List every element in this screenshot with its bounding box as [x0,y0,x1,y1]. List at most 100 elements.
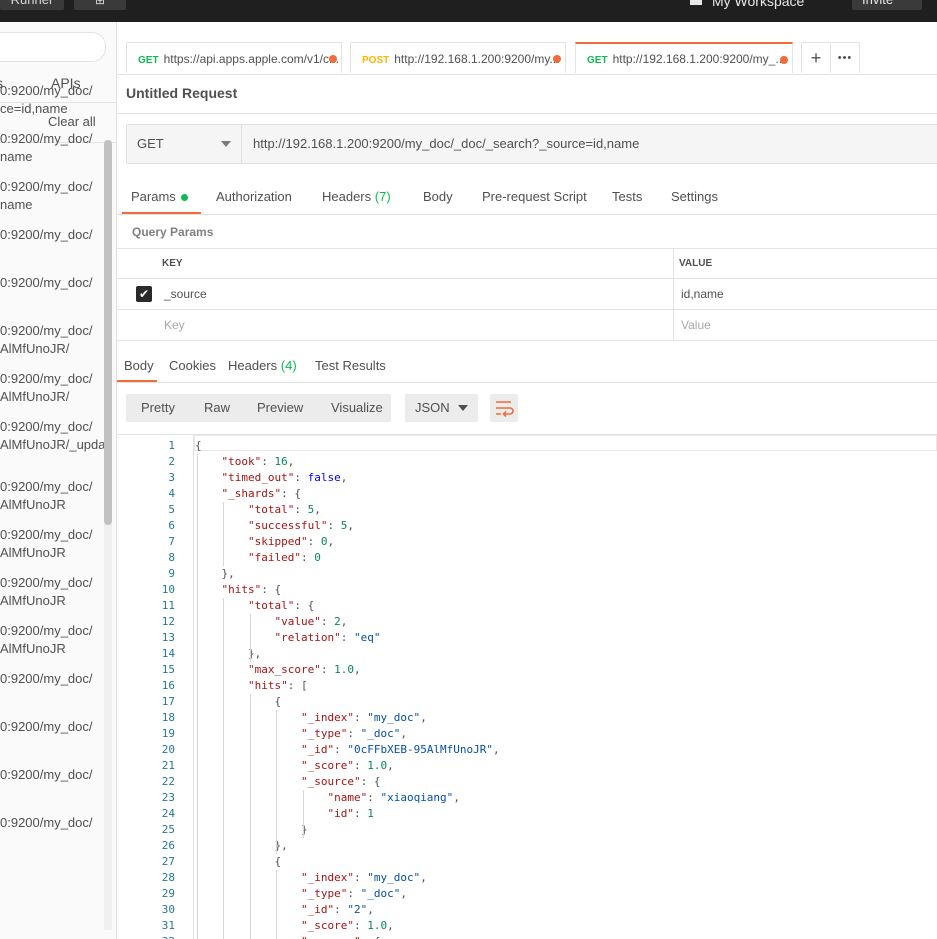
param-checkbox[interactable]: ✔ [136,286,152,302]
tab-headers[interactable]: Headers (7) [322,189,391,204]
tab-method: GET [587,55,608,66]
history-item[interactable]: 0:9200/my_doc/AlMfUnoJR [0,478,106,514]
history-item-url: 0:9200/my_doc/ [0,179,93,194]
workspace-switcher[interactable]: My Workspace [690,0,804,8]
request-subtabs: Params Authorization Headers (7) Body Pr… [117,182,937,215]
tab-label: Headers [322,189,372,204]
divider [117,113,937,114]
active-dot-icon [180,194,188,202]
wrap-lines-button[interactable] [490,394,518,422]
code-line: 14 }, [117,646,937,662]
line-number: 16 [161,679,175,692]
chevron-down-icon [221,141,231,147]
tab-tests[interactable]: Tests [612,189,642,204]
code-line: 2 "took": 16, [117,454,937,470]
param-key-input[interactable]: _source [164,279,207,309]
param-row: ✔ _source id,name [117,279,937,310]
tab-label: Params [131,189,176,204]
preview-button[interactable]: Preview [257,394,303,422]
invite-button[interactable]: Invite [852,0,922,10]
tab-test-results[interactable]: Test Results [315,358,386,373]
language-select[interactable]: JSON [405,394,478,422]
code-text: { [195,695,282,708]
pretty-button[interactable]: Pretty [141,394,175,422]
param-value-input[interactable]: id,name [681,279,724,309]
line-number: 3 [168,471,175,484]
tab-settings[interactable]: Settings [671,189,718,204]
raw-button[interactable]: Raw [204,394,230,422]
history-item-url: 0:9200/my_doc/ [0,83,93,98]
new-window-button[interactable]: ⊞ [74,0,126,10]
tab-method: POST [362,55,390,66]
response-body-editor[interactable]: 1{2 "took": 16, 3 "timed_out": false, 4 "_… [117,434,937,939]
code-text: "took": 16, [221,455,295,468]
code-line: 5 "total": 5, [117,502,937,518]
history-item[interactable]: 0:9200/my_doc/ [0,274,106,292]
request-tab-active[interactable]: GET http://192.168.1.200:9200/my_... [575,42,793,73]
scrollbar-thumb[interactable] [104,140,112,525]
param-key-input[interactable]: Key [164,310,185,340]
url-input[interactable]: http://192.168.1.200:9200/my_doc/_doc/_s… [253,125,639,163]
line-number: 24 [161,807,175,820]
tab-method: GET [138,55,159,66]
history-item[interactable]: 0:9200/my_doc/name [0,178,106,214]
code-text: }, [195,647,262,660]
code-line: 15 "max_score": 1.0, [117,662,937,678]
method-label: GET [137,136,164,151]
new-window-icon: ⊞ [94,0,106,7]
history-item[interactable]: 0:9200/my_doc/ce=id,name [0,82,106,118]
divider [117,214,937,215]
history-item[interactable]: 0:9200/my_doc/ [0,766,106,784]
history-item[interactable]: 0:9200/my_doc/AlMfUnoJR/_upda [0,418,106,454]
add-tab-button[interactable]: + [801,42,831,73]
runner-button[interactable]: Runner [0,0,64,10]
tab-body[interactable]: Body [423,189,453,204]
history-item[interactable]: 0:9200/my_doc/AlMfUnoJR [0,622,106,658]
tab-response-body[interactable]: Body [124,358,154,373]
code-text: "_id": "0cFFbXEB-95AlMfUnoJR", [300,743,500,756]
history-item[interactable]: 0:9200/my_doc/AlMfUnoJR/ [0,370,106,406]
history-item-url: 0:9200/my_doc/ [0,623,93,638]
tab-response-headers[interactable]: Headers (4) [228,358,297,373]
line-number: 26 [161,839,175,852]
sidebar-scrollbar[interactable] [104,140,112,930]
history-item[interactable]: 0:9200/my_doc/AlMfUnoJR/ [0,322,106,358]
request-tab[interactable]: GET https://api.apps.apple.com/v1/c... [126,42,342,73]
code-line: 21 "_score": 1.0, [117,758,937,774]
line-number: 12 [161,615,175,628]
unsaved-dot-icon [780,56,788,64]
history-item-url: 0:9200/my_doc/ [0,527,93,542]
history-item[interactable]: 0:9200/my_doc/ [0,670,106,688]
history-item[interactable]: 0:9200/my_doc/ [0,226,106,244]
tab-params[interactable]: Params [131,189,188,204]
param-value-input[interactable]: Value [681,310,711,340]
indent-guide [223,502,225,566]
history-item[interactable]: 0:9200/my_doc/AlMfUnoJR [0,526,106,562]
line-number: 9 [168,567,175,580]
line-number: 21 [161,759,175,772]
workspace-label: My Workspace [712,0,805,9]
code-line: 10 "hits": { [117,582,937,598]
method-select[interactable]: GET [127,125,242,163]
history-item[interactable]: 0:9200/my_doc/ [0,718,106,736]
tab-authorization[interactable]: Authorization [216,189,292,204]
history-item[interactable]: 0:9200/my_doc/AlMfUnoJR [0,574,106,610]
request-tab[interactable]: POST http://192.168.1.200:9200/my... [350,42,566,73]
history-item[interactable]: 0:9200/my_doc/name [0,130,106,166]
language-label: JSON [415,400,450,415]
line-number: 1 [168,439,175,452]
tab-prerequest-script[interactable]: Pre-request Script [482,189,587,204]
code-line: 31 "_score": 1.0, [117,918,937,934]
line-number: 31 [161,919,175,932]
sidebar-search-input[interactable] [0,32,106,62]
visualize-button[interactable]: Visualize [331,394,383,422]
line-number: 2 [168,455,175,468]
more-tabs-button[interactable]: ••• [830,42,860,73]
tab-cookies[interactable]: Cookies [169,358,216,373]
request-title[interactable]: Untitled Request [126,85,237,101]
code-text: "_type": "_doc", [300,727,407,740]
history-item-url-cont: AlMfUnoJR [0,593,66,608]
line-number: 29 [161,887,175,900]
line-number: 30 [161,903,175,916]
history-item[interactable]: 0:9200/my_doc/ [0,814,106,832]
